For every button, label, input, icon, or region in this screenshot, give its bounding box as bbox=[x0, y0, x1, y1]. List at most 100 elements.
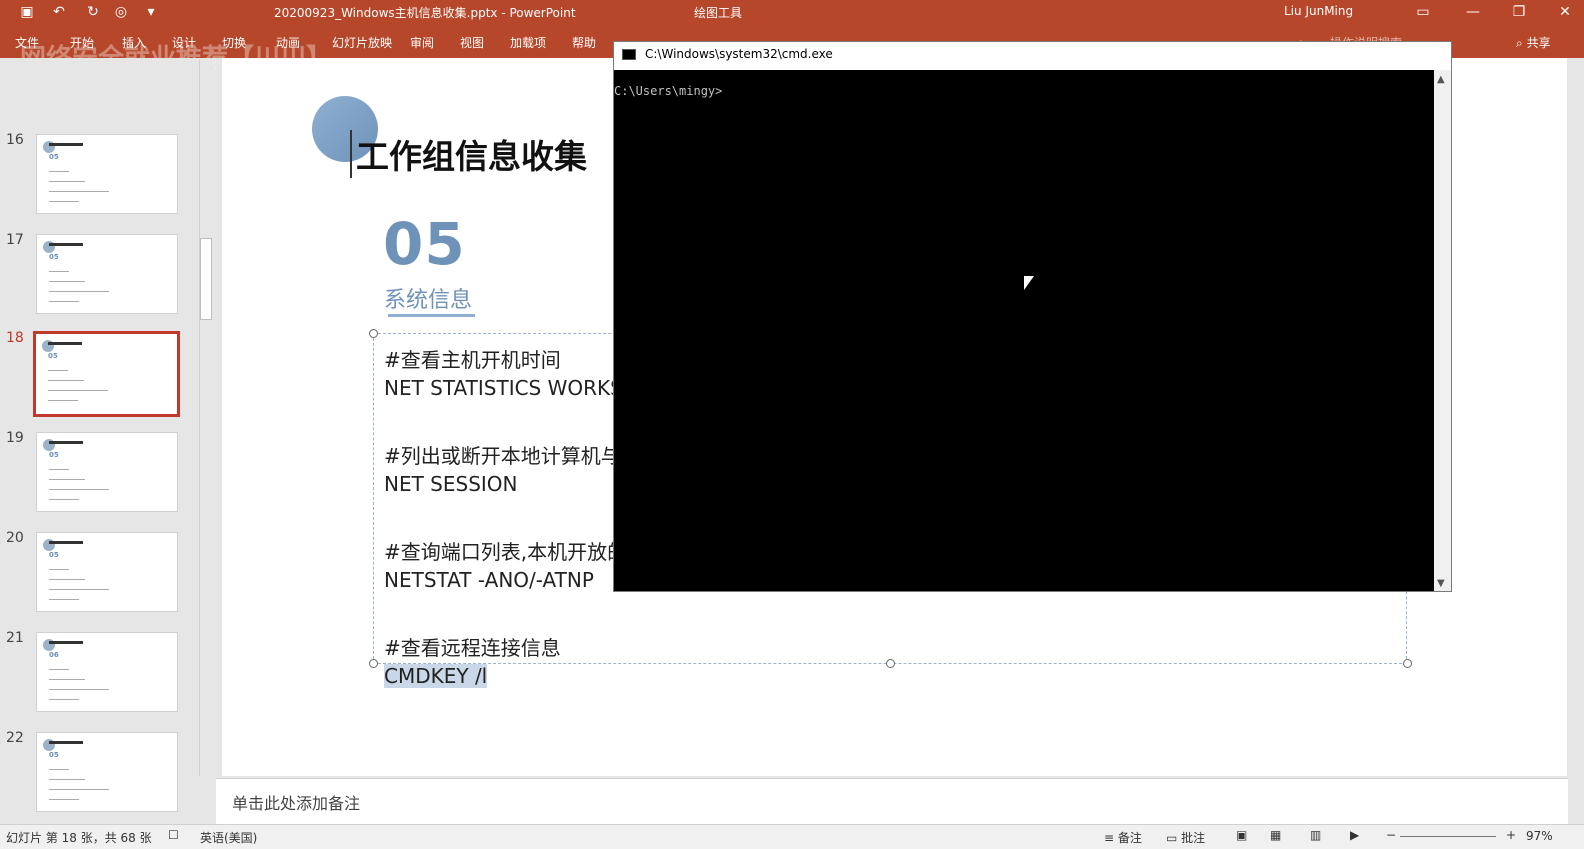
comments-button-label: 批注 bbox=[1181, 831, 1206, 845]
thumbnail-line bbox=[49, 679, 85, 680]
text-line[interactable]: NET SESSION bbox=[384, 472, 518, 496]
search-icon: ⌕ bbox=[1516, 36, 1523, 50]
text-line[interactable]: #查看远程连接信息 bbox=[384, 632, 561, 661]
notes-icon: ≡ bbox=[1104, 831, 1115, 845]
thumbnail-section-number: 05 bbox=[49, 451, 59, 459]
zoom-slider[interactable] bbox=[1400, 836, 1496, 837]
slide-thumbnail[interactable]: 05 bbox=[33, 331, 180, 417]
thumbnail-scrollbar[interactable] bbox=[199, 60, 214, 776]
thumbnail-section-number: 06 bbox=[49, 651, 59, 659]
thumbnail-title-bar bbox=[49, 641, 83, 644]
thumbnail-section-number: 05 bbox=[49, 551, 59, 559]
tab-view[interactable]: 视图 bbox=[460, 34, 484, 51]
thumbnail-line bbox=[48, 390, 108, 391]
slide-counter: 幻灯片 第 18 张，共 68 张 bbox=[6, 831, 152, 845]
thumbnail-line bbox=[49, 579, 85, 580]
notes-placeholder[interactable]: 单击此处添加备注 bbox=[232, 790, 360, 814]
thumbnail-number: 22 bbox=[6, 730, 24, 746]
thumbnail-section-number: 05 bbox=[49, 751, 59, 759]
redo-icon[interactable]: ↻ bbox=[84, 3, 102, 21]
tab-help[interactable]: 帮助 bbox=[572, 34, 596, 51]
scroll-up-icon[interactable]: ▲ bbox=[1437, 74, 1445, 85]
language-indicator[interactable]: 英语(美国) bbox=[200, 829, 257, 846]
slide-sorter-icon[interactable]: ▦ bbox=[1270, 828, 1281, 842]
thumbnail-line bbox=[49, 569, 69, 570]
cmd-scrollbar[interactable] bbox=[1434, 70, 1451, 591]
thumbnail-line bbox=[49, 301, 79, 302]
thumbnail-line bbox=[49, 201, 79, 202]
slide-thumbnail[interactable]: 05 bbox=[36, 134, 178, 214]
comments-button[interactable]: ▭ 批注 bbox=[1166, 829, 1205, 846]
slide-thumbnail[interactable]: 05 bbox=[36, 432, 178, 512]
thumbnail-line bbox=[49, 779, 85, 780]
notes-pane[interactable] bbox=[216, 778, 1568, 825]
thumbnail-scroll-thumb[interactable] bbox=[200, 238, 212, 320]
thumbnail-line bbox=[49, 689, 109, 690]
close-icon[interactable]: ✕ bbox=[1556, 3, 1574, 21]
thumbnail-title-bar bbox=[49, 541, 83, 544]
notes-button[interactable]: ≡ 备注 bbox=[1104, 829, 1142, 846]
slide-thumbnail[interactable]: 06 bbox=[36, 632, 178, 712]
context-tab-label: 绘图工具 bbox=[694, 6, 743, 20]
text-line[interactable]: #查看主机开机时间 bbox=[384, 344, 561, 373]
accessibility-icon[interactable]: ☐ bbox=[168, 828, 179, 842]
thumbnail-line bbox=[49, 589, 109, 590]
save-icon[interactable]: ▣ bbox=[18, 3, 36, 21]
thumbnail-number: 16 bbox=[6, 132, 24, 148]
text-line[interactable]: #列出或断开本地计算机与 bbox=[384, 440, 621, 469]
customize-icon[interactable]: ▾ bbox=[142, 3, 160, 21]
slide-thumbnail[interactable]: 05 bbox=[36, 732, 178, 812]
slide-thumbnail[interactable]: 05 bbox=[36, 532, 178, 612]
ribbon-display-icon[interactable]: ▭ bbox=[1414, 3, 1432, 21]
cmd-prompt[interactable]: C:\Users\mingy> bbox=[614, 84, 722, 98]
thumbnail-title-bar bbox=[49, 741, 83, 744]
thumbnail-line bbox=[49, 669, 69, 670]
thumbnail-line bbox=[49, 789, 109, 790]
resize-handle[interactable] bbox=[1403, 659, 1412, 668]
thumbnail-number: 18 bbox=[6, 330, 24, 346]
resize-handle[interactable] bbox=[369, 329, 378, 338]
cmd-icon bbox=[622, 49, 636, 60]
reading-view-icon[interactable]: ▥ bbox=[1310, 828, 1321, 842]
slideshow-icon[interactable]: ▶ bbox=[1350, 828, 1359, 842]
restore-icon[interactable]: ❐ bbox=[1510, 3, 1528, 21]
notes-button-label: 备注 bbox=[1117, 831, 1142, 845]
slide-scrollbar[interactable] bbox=[1568, 58, 1584, 776]
thumbnail-title-bar bbox=[49, 143, 83, 146]
user-name[interactable]: Liu JunMing bbox=[1284, 4, 1353, 18]
thumbnail-line bbox=[48, 400, 78, 401]
thumbnail-section-number: 05 bbox=[48, 352, 58, 360]
zoom-level[interactable]: 97% bbox=[1526, 829, 1553, 843]
tab-slideshow[interactable]: 幻灯片放映 bbox=[332, 34, 392, 51]
text-line-selected[interactable]: CMDKEY /l bbox=[384, 664, 488, 688]
scroll-down-icon[interactable]: ▼ bbox=[1437, 578, 1445, 589]
title-divider bbox=[350, 130, 352, 178]
text-line[interactable]: NETSTAT -ANO/-ATNP bbox=[384, 568, 594, 592]
normal-view-icon[interactable]: ▣ bbox=[1236, 828, 1247, 842]
document-title: 20200923_Windows主机信息收集.pptx - PowerPoint bbox=[274, 6, 576, 20]
resize-handle[interactable] bbox=[886, 659, 895, 668]
slide-thumbnail[interactable]: 05 bbox=[36, 234, 178, 314]
section-number[interactable]: 05 bbox=[383, 210, 466, 278]
tab-addins[interactable]: 加载项 bbox=[510, 34, 546, 51]
thumbnail-section-number: 05 bbox=[49, 253, 59, 261]
undo-icon[interactable]: ↶ bbox=[50, 3, 68, 21]
thumbnail-number: 17 bbox=[6, 232, 24, 248]
share-label: 共享 bbox=[1526, 36, 1551, 50]
present-icon[interactable]: ◎ bbox=[112, 3, 130, 21]
zoom-in-icon[interactable]: + bbox=[1506, 828, 1516, 842]
cmd-window[interactable] bbox=[613, 41, 1452, 592]
minimize-icon[interactable]: — bbox=[1464, 3, 1482, 21]
thumbnail-line bbox=[49, 171, 69, 172]
tab-review[interactable]: 审阅 bbox=[410, 34, 434, 51]
slide-title[interactable]: 工作组信息收集 bbox=[356, 130, 587, 178]
resize-handle[interactable] bbox=[369, 659, 378, 668]
section-subtitle[interactable]: 系统信息 bbox=[384, 282, 472, 314]
cmd-title: C:\Windows\system32\cmd.exe bbox=[645, 47, 833, 61]
zoom-out-icon[interactable]: − bbox=[1386, 828, 1396, 842]
title-bar: ▣ ↶ ↻ ◎ ▾ 20200923_Windows主机信息收集.pptx - … bbox=[0, 0, 1584, 24]
share-button[interactable]: ⌕ 共享 bbox=[1516, 34, 1551, 51]
text-line[interactable]: #查询端口列表,本机开放的 bbox=[384, 536, 627, 565]
thumbnail-line bbox=[49, 599, 79, 600]
comment-icon: ▭ bbox=[1166, 831, 1178, 845]
